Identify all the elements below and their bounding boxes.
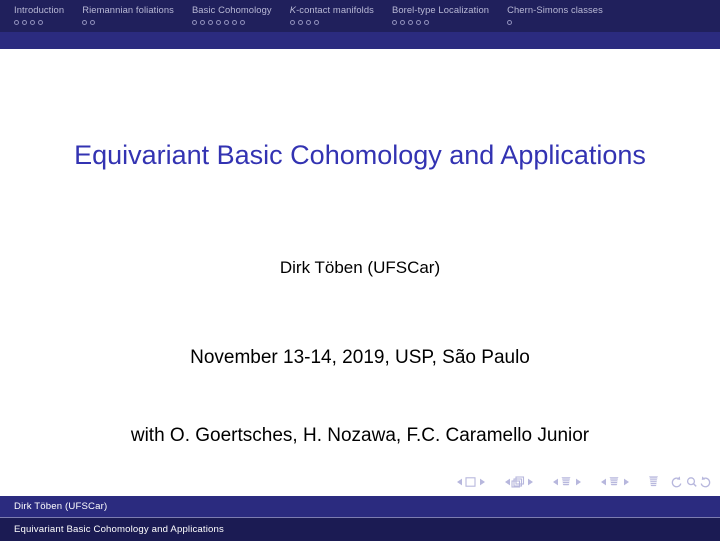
nav-section-label: Introduction — [14, 4, 65, 15]
nav-dot[interactable] — [22, 20, 27, 25]
nav-dot[interactable] — [239, 20, 245, 25]
nav-section-chern-simons-classes[interactable]: Chern-Simons classes — [507, 0, 603, 27]
section-navigation-bar: Introduction Riemannian foliations Basic… — [0, 0, 720, 32]
subsection-navigation-icon[interactable] — [550, 475, 590, 489]
nav-dot[interactable] — [289, 20, 295, 25]
nav-dot[interactable] — [423, 20, 429, 25]
header-accent-band — [0, 32, 720, 49]
document-navigation-icon[interactable] — [646, 475, 662, 489]
nav-section-dots — [391, 18, 432, 27]
nav-dot[interactable] — [215, 20, 221, 25]
nav-dot[interactable] — [191, 20, 197, 25]
nav-dot[interactable] — [82, 20, 88, 25]
nav-dot[interactable] — [14, 20, 19, 25]
nav-section-introduction[interactable]: Introduction — [14, 0, 64, 27]
nav-dot[interactable] — [199, 20, 205, 25]
section-navigation-icon[interactable] — [598, 475, 638, 489]
nav-section-label: K-contact manifolds — [289, 4, 374, 15]
nav-dot[interactable] — [305, 20, 311, 25]
nav-section-riemannian-foliations[interactable]: Riemannian foliations — [82, 0, 174, 27]
nav-dot[interactable] — [90, 20, 96, 25]
nav-dot[interactable] — [407, 20, 413, 25]
nav-section-borel-type-localization[interactable]: Borel-type Localization — [391, 0, 490, 27]
slide-date-location: November 13-14, 2019, USP, São Paulo — [190, 347, 530, 368]
nav-dot[interactable] — [297, 20, 303, 25]
footer-author-bar: Dirk Töben (UFSCar) — [0, 496, 720, 518]
nav-section-dots — [14, 18, 46, 27]
nav-section-dots — [191, 18, 248, 27]
nav-dot[interactable] — [231, 20, 237, 25]
nav-section-dots — [289, 18, 322, 27]
slide-author: Dirk Töben (UFSCar) — [279, 258, 441, 277]
nav-dot[interactable] — [38, 20, 43, 25]
beamer-navigation-symbols — [452, 473, 714, 491]
nav-section-k-contact-manifolds[interactable]: K-contact manifolds — [289, 0, 374, 27]
nav-dot[interactable] — [313, 20, 319, 25]
footer-title-bar: Equivariant Basic Cohomology and Applica… — [0, 518, 720, 541]
presentation-slide: Introduction Riemannian foliations Basic… — [0, 0, 720, 541]
nav-dot[interactable] — [391, 20, 397, 25]
slide-navigation-icon[interactable] — [454, 475, 494, 489]
slide-title: Equivariant Basic Cohomology and Applica… — [74, 140, 646, 170]
footer-author-text: Dirk Töben (UFSCar) — [14, 501, 108, 512]
nav-dot[interactable] — [415, 20, 421, 25]
nav-dot[interactable] — [507, 20, 513, 25]
back-search-forward-icon[interactable] — [670, 475, 712, 489]
nav-dot[interactable] — [399, 20, 405, 25]
nav-section-label: Basic Cohomology — [191, 4, 272, 15]
nav-dot[interactable] — [30, 20, 35, 25]
footer-title-text: Equivariant Basic Cohomology and Applica… — [14, 524, 224, 535]
nav-dot[interactable] — [207, 20, 213, 25]
nav-section-label: Chern-Simons classes — [507, 4, 603, 15]
frame-navigation-icon[interactable] — [502, 475, 542, 489]
slide-collaborators: with O. Goertsches, H. Nozawa, F.C. Cara… — [130, 425, 590, 446]
nav-section-dots — [82, 18, 98, 27]
nav-section-label: Riemannian foliations — [82, 4, 174, 15]
nav-section-basic-cohomology[interactable]: Basic Cohomology — [191, 0, 272, 27]
nav-section-label: Borel-type Localization — [391, 4, 490, 15]
slide-body: Equivariant Basic Cohomology and Applica… — [0, 49, 720, 468]
nav-section-dots — [507, 18, 515, 27]
nav-dot[interactable] — [223, 20, 229, 25]
